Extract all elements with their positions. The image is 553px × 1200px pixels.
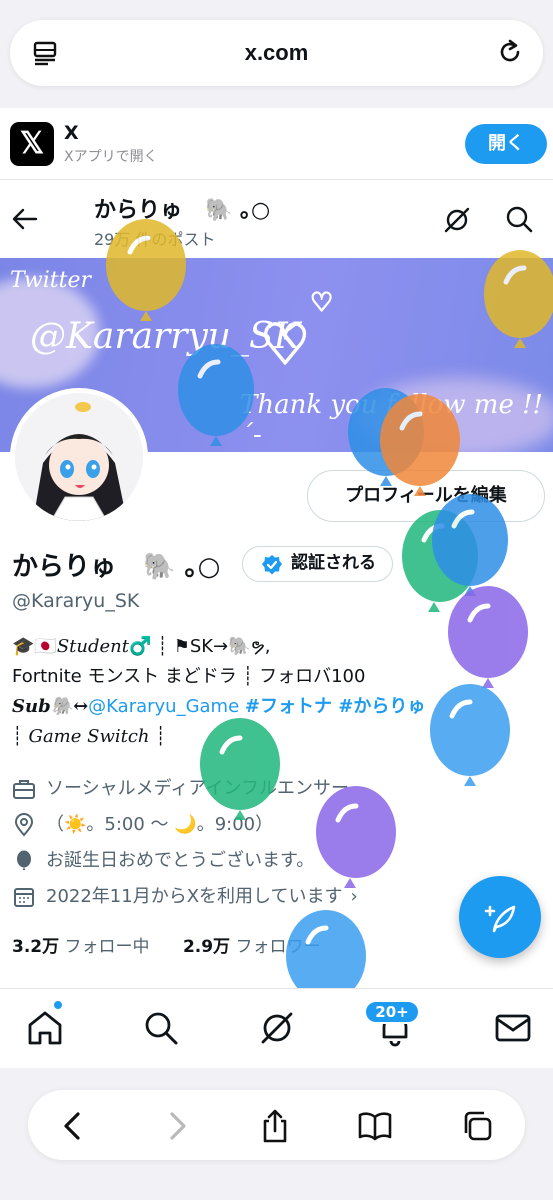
x-profile-page: x.com 𝕏 X Xアプリで開く 開く からりゅ ︎ ︎ 🐘 ｡○ 29万 件… <box>0 0 553 1200</box>
messages-icon[interactable] <box>494 1009 532 1047</box>
browser-toolbar <box>28 1090 525 1160</box>
home-unread-dot <box>52 999 64 1011</box>
home-icon[interactable] <box>26 1009 64 1047</box>
balloon <box>484 250 553 348</box>
back-icon[interactable] <box>56 1109 90 1143</box>
forward-icon[interactable] <box>160 1109 194 1143</box>
balloon <box>448 586 528 688</box>
balloon <box>430 684 510 786</box>
balloon <box>380 394 460 496</box>
search-icon[interactable] <box>142 1009 180 1047</box>
balloon <box>316 786 396 888</box>
balloon <box>178 344 254 446</box>
tabs-icon[interactable] <box>460 1109 494 1143</box>
notifications-badge: 20+ <box>364 1000 420 1024</box>
compose-post-button[interactable] <box>459 876 541 958</box>
share-icon[interactable] <box>258 1109 292 1143</box>
balloon <box>200 718 280 820</box>
bottom-tab-bar <box>0 988 553 1068</box>
grok-icon[interactable] <box>258 1009 296 1047</box>
balloon <box>106 219 186 321</box>
compose-feather-icon <box>484 905 516 933</box>
bookmarks-icon[interactable] <box>358 1109 392 1143</box>
